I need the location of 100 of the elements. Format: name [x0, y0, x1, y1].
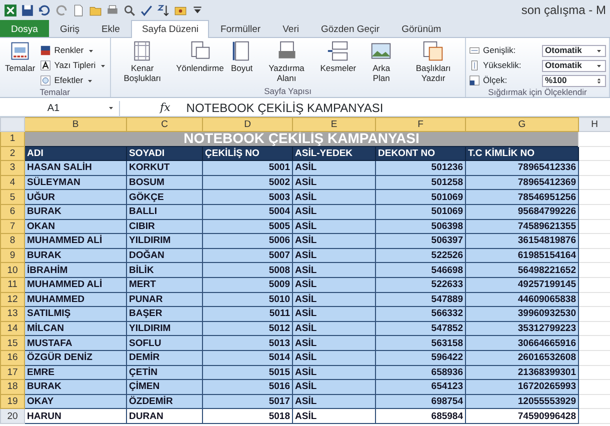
row-header[interactable]: 17	[0, 365, 24, 380]
table-cell: 5009	[202, 277, 292, 292]
ribbon-button[interactable]: Yazdırma Alanı	[258, 40, 316, 86]
row-header[interactable]: 13	[0, 306, 24, 322]
ribbon-button[interactable]: Efektler	[40, 74, 107, 87]
ribbon-button[interactable]: Arka Plan	[361, 40, 402, 86]
table-cell: 5013	[202, 336, 292, 350]
table-cell: 5018	[202, 408, 292, 424]
table-cell: PUNAR	[126, 292, 202, 307]
ribbon-button[interactable]: Renkler	[40, 44, 107, 57]
app-icon[interactable]	[4, 4, 17, 16]
row-header[interactable]: 8	[0, 234, 24, 248]
table-cell: 5011	[202, 306, 292, 322]
ribbon-tab[interactable]: Görünüm	[390, 20, 452, 37]
table-cell: UĞUR	[24, 190, 126, 204]
column-heading-cell: ÇEKİLİŞ NO	[202, 146, 292, 161]
column-heading-cell: SOYADI	[126, 146, 202, 161]
table-cell: 5015	[202, 365, 292, 380]
row-header[interactable]: 9	[0, 248, 24, 263]
row-header[interactable]: 10	[0, 262, 24, 278]
row-header[interactable]: 3	[0, 160, 24, 176]
column-header[interactable]: C	[126, 118, 202, 132]
table-cell: 506397	[376, 234, 466, 248]
formula-field[interactable]: NOTEBOOK ÇEKİLİŞ KAMPANYASI	[178, 99, 384, 117]
dropdown-field[interactable]: Otomatik	[542, 44, 606, 56]
column-header[interactable]: H	[578, 118, 610, 132]
effects-icon	[40, 75, 52, 86]
column-header[interactable]: E	[292, 118, 376, 132]
row-header[interactable]: 11	[0, 277, 24, 292]
row-header[interactable]: 18	[0, 380, 24, 394]
table-cell: 566332	[376, 306, 466, 322]
row-header[interactable]: 19	[0, 394, 24, 409]
column-heading-cell: ADI	[24, 146, 126, 161]
table-cell: ASİL	[292, 365, 376, 380]
row-header[interactable]: 7	[0, 219, 24, 234]
ribbon-button[interactable]: Kesmeler	[318, 40, 358, 86]
table-cell: OKAY	[24, 394, 126, 409]
ribbon-tab[interactable]: Formüller	[209, 20, 272, 37]
scale-icon	[469, 75, 480, 86]
new-document-icon[interactable]	[72, 4, 85, 16]
table-cell: 78546951256	[466, 190, 578, 204]
row-header[interactable]: 12	[0, 292, 24, 307]
window-title: son çalışma - M	[521, 2, 606, 19]
table-cell: ÖZGÜR DENİZ	[24, 350, 126, 365]
row-header[interactable]: 14	[0, 321, 24, 336]
sort-icon[interactable]	[157, 4, 170, 16]
table-cell: YILDIRIM	[126, 321, 202, 336]
row-header[interactable]: 15	[0, 336, 24, 350]
ribbon-button[interactable]: Temalar	[3, 40, 38, 87]
undo-icon[interactable]	[38, 4, 51, 16]
column-header[interactable]: F	[376, 118, 466, 132]
table-cell: ASİL	[292, 394, 376, 409]
ribbon-button[interactable]: Boyut	[228, 40, 255, 86]
column-header[interactable]: D	[202, 118, 292, 132]
table-cell: BİLİK	[126, 262, 202, 278]
table-cell: İBRAHİM	[24, 262, 126, 278]
magnifier-icon[interactable]	[123, 4, 136, 16]
row-header[interactable]: 16	[0, 350, 24, 365]
column-header[interactable]: B	[24, 118, 126, 132]
ribbon-button[interactable]: Yönlendirme	[174, 40, 226, 86]
dropdown-field[interactable]: Otomatik	[542, 60, 606, 72]
table-cell: 5008	[202, 262, 292, 278]
ribbon-button[interactable]: Kenar Boşlukları	[114, 40, 172, 86]
ribbon-tab[interactable]: Giriş	[48, 20, 90, 37]
row-header[interactable]: 20	[0, 408, 24, 424]
table-cell: BURAK	[24, 204, 126, 220]
table-cell: ÖZDEMİR	[126, 394, 202, 409]
ribbon-tab[interactable]: Gözden Geçir	[310, 20, 391, 37]
file-tab[interactable]: Dosya	[0, 20, 49, 37]
table-cell: DOĞAN	[126, 248, 202, 263]
table-cell: 596422	[376, 350, 466, 365]
table-cell: BALLI	[126, 204, 202, 220]
table-cell: 49257199145	[466, 277, 578, 292]
table-cell: ASİL	[292, 380, 376, 394]
printer-icon[interactable]	[106, 4, 119, 16]
table-cell: 74589621355	[466, 219, 578, 234]
save-icon[interactable]	[21, 4, 34, 16]
insert-function-button[interactable]: fx	[160, 100, 170, 116]
row-header[interactable]: 1	[0, 132, 24, 146]
row-header[interactable]: 4	[0, 175, 24, 190]
table-cell: 5005	[202, 219, 292, 234]
ribbon-tab[interactable]: Veri	[272, 20, 310, 37]
spin-field[interactable]: %100	[542, 74, 606, 86]
table-cell: 522526	[376, 248, 466, 263]
column-heading-cell: T.C KİMLİK NO	[466, 146, 578, 161]
table-cell: 26016532608	[466, 350, 578, 365]
row-header[interactable]: 5	[0, 190, 24, 204]
ribbon-button[interactable]: Yazı Tipleri	[40, 59, 107, 72]
table-cell: 5017	[202, 394, 292, 409]
table-cell: 5004	[202, 204, 292, 220]
ribbon-button[interactable]: Başlıkları Yazdır	[404, 40, 462, 86]
table-cell: GÖKÇE	[126, 190, 202, 204]
row-header[interactable]: 2	[0, 146, 24, 161]
ribbon-tab[interactable]: Ekle	[90, 20, 131, 37]
name-box[interactable]: A1	[0, 100, 120, 116]
row-header[interactable]: 6	[0, 204, 24, 220]
ribbon-tab[interactable]: Sayfa Düzeni	[130, 20, 210, 38]
table-cell: MUHAMMED ALİ	[24, 277, 126, 292]
column-header[interactable]: G	[466, 118, 578, 132]
table-cell: OKAN	[24, 219, 126, 234]
